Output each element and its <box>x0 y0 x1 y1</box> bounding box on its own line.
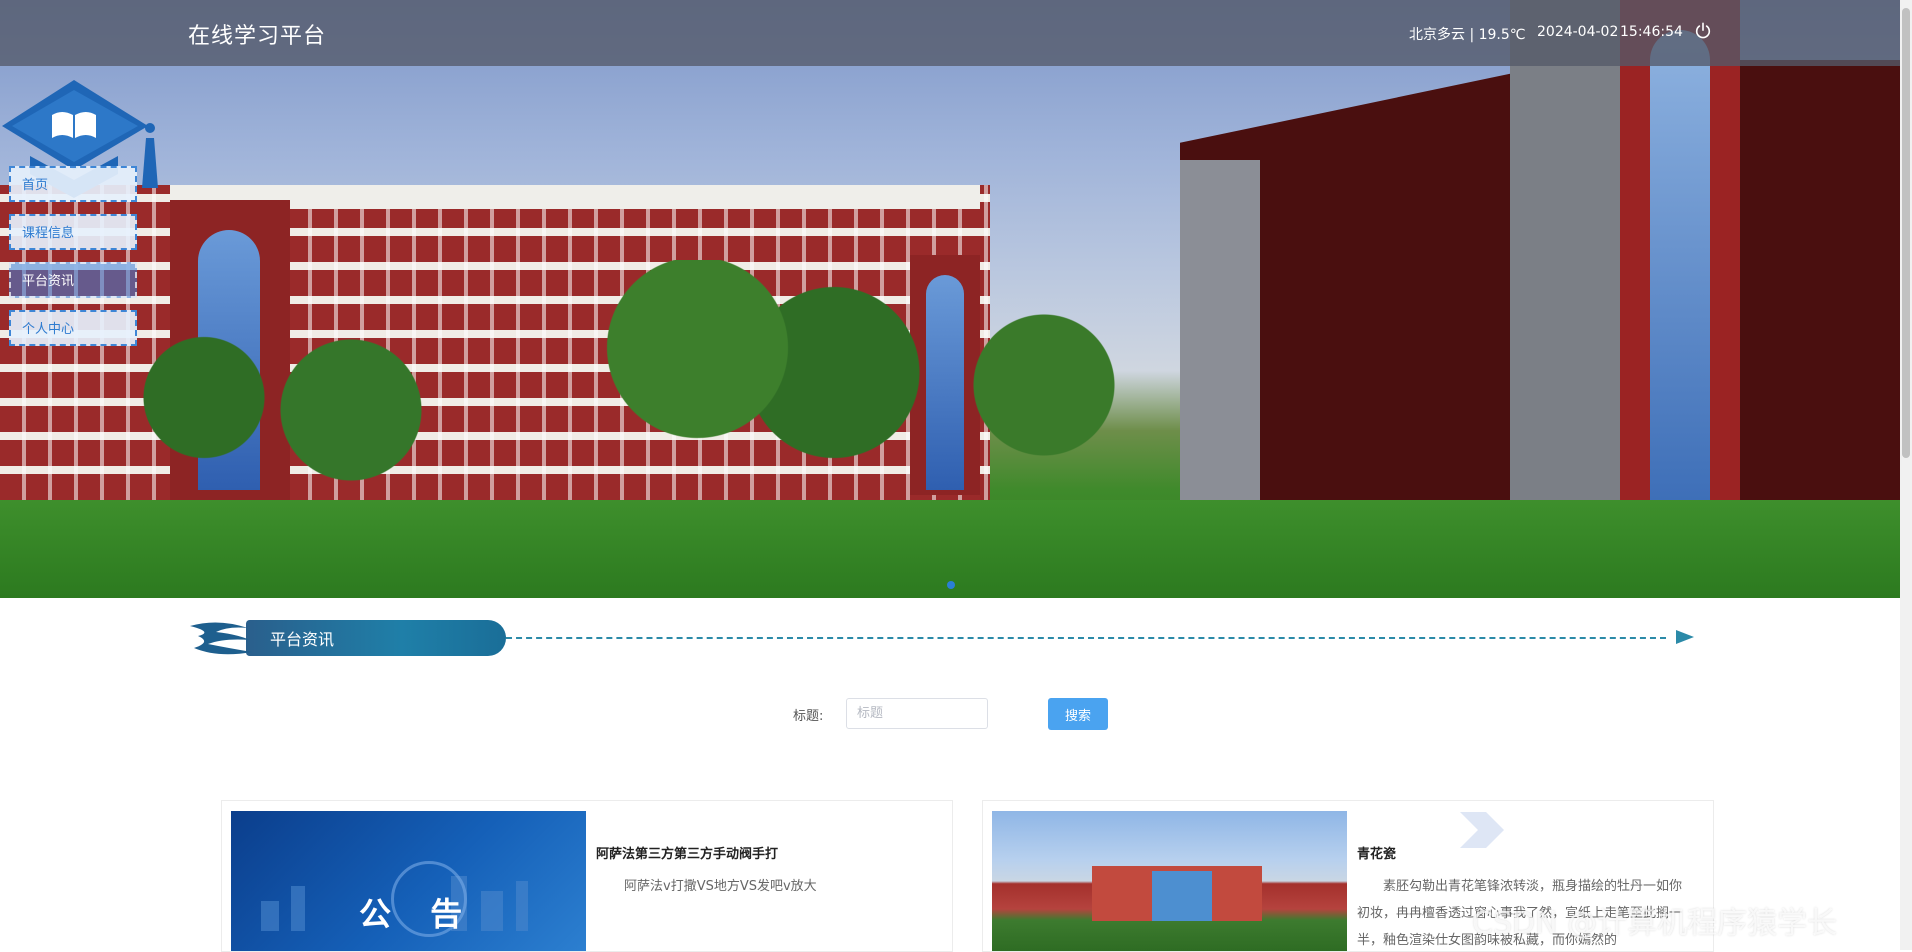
side-nav: 首页 课程信息 平台资讯 个人中心 <box>9 166 139 358</box>
news-thumbnail[interactable]: 公 告 <box>231 811 586 951</box>
news-thumbnail[interactable] <box>992 811 1347 951</box>
nav-item-courses[interactable]: 课程信息 <box>9 214 137 250</box>
site-title: 在线学习平台 <box>188 24 327 49</box>
news-title[interactable]: 青花瓷 <box>1357 843 1396 862</box>
watermark-logo-icon <box>1460 812 1504 848</box>
search-label: 标题: <box>793 709 824 724</box>
nav-item-news[interactable]: 平台资讯 <box>9 262 137 298</box>
hero-banner <box>0 0 1900 598</box>
thumbnail-text: 公 告 <box>359 895 477 933</box>
news-card[interactable]: 公 告 阿萨法第三方第三方手动阀手打 阿萨法v打撒VS地方VS发吧v放大 <box>221 800 953 952</box>
power-icon[interactable] <box>1694 22 1712 40</box>
nav-item-profile[interactable]: 个人中心 <box>9 310 137 346</box>
nav-item-home[interactable]: 首页 <box>9 166 137 202</box>
search-button[interactable]: 搜索 <box>1048 698 1108 730</box>
banner-trees <box>120 260 1170 510</box>
section-divider <box>506 637 1666 639</box>
watermark: CSDN @计算机程序猿学长 <box>1472 906 1838 941</box>
scrollbar[interactable] <box>1900 0 1912 950</box>
search-input[interactable] <box>846 698 988 729</box>
section-title: 平台资讯 <box>270 630 335 649</box>
current-date: 2024-04-02 <box>1537 24 1619 40</box>
current-time: 15:46:54 <box>1620 24 1683 40</box>
carousel-indicator[interactable] <box>947 581 955 589</box>
scrollbar-thumb[interactable] <box>1902 8 1910 458</box>
news-summary: 阿萨法v打撒VS地方VS发吧v放大 <box>624 879 817 894</box>
wave-ornament-icon <box>190 622 252 655</box>
weather-info: 北京多云 | 19.5℃ <box>1409 27 1526 43</box>
news-title[interactable]: 阿萨法第三方第三方手动阀手打 <box>596 843 778 862</box>
section-header: 平台资讯 <box>188 618 1698 658</box>
arrow-right-icon <box>1676 630 1694 644</box>
top-header: 在线学习平台 北京多云 | 19.5℃ 2024-04-02 15:46:54 <box>0 0 1900 66</box>
